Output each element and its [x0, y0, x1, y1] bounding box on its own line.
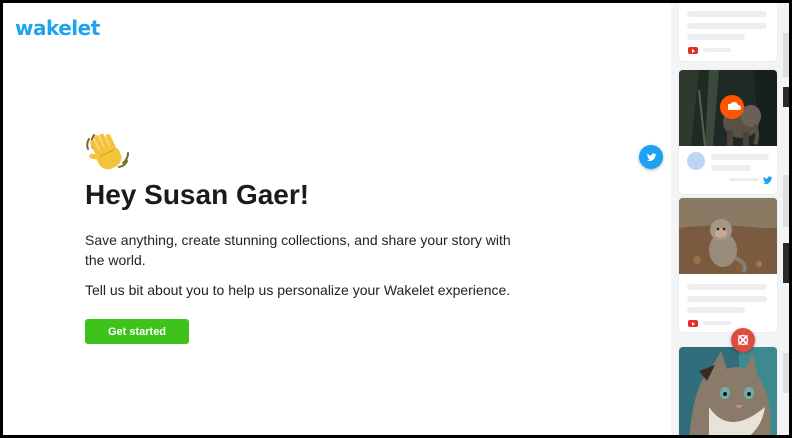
- feed-card: [679, 347, 777, 435]
- greeting-heading: Hey Susan Gaer!: [85, 179, 310, 210]
- personalize-prompt: Tell us bit about you to help us persona…: [85, 282, 511, 298]
- get-started-button[interactable]: Get started: [85, 319, 189, 344]
- onboarding-page: wakelet Hey Susan Gaer! Save anything, c…: [3, 3, 789, 435]
- feed-card: [679, 198, 777, 332]
- welcome-description: Save anything, create stunning collectio…: [85, 232, 511, 268]
- feed-card: [679, 70, 777, 194]
- youtube-icon: [688, 47, 698, 54]
- waving-hand-icon: [86, 133, 129, 170]
- feed-column-edge: [783, 87, 789, 107]
- elephant-forest-photo: [679, 70, 777, 146]
- feed-card: [679, 3, 777, 61]
- cat-photo: [679, 347, 777, 435]
- twitter-icon: [639, 145, 663, 169]
- feed-column-edge: [783, 175, 789, 227]
- content-feed-panel: [671, 3, 789, 435]
- twitter-icon: [763, 176, 773, 184]
- pinterest-badge-pointer: [738, 348, 748, 354]
- wakelet-logo[interactable]: wakelet: [15, 16, 100, 40]
- feed-column-edge: [783, 353, 789, 393]
- feed-column-edge: [783, 243, 789, 283]
- monkey-photo: [679, 198, 777, 274]
- youtube-icon: [688, 320, 698, 327]
- feed-column-edge: [783, 33, 789, 77]
